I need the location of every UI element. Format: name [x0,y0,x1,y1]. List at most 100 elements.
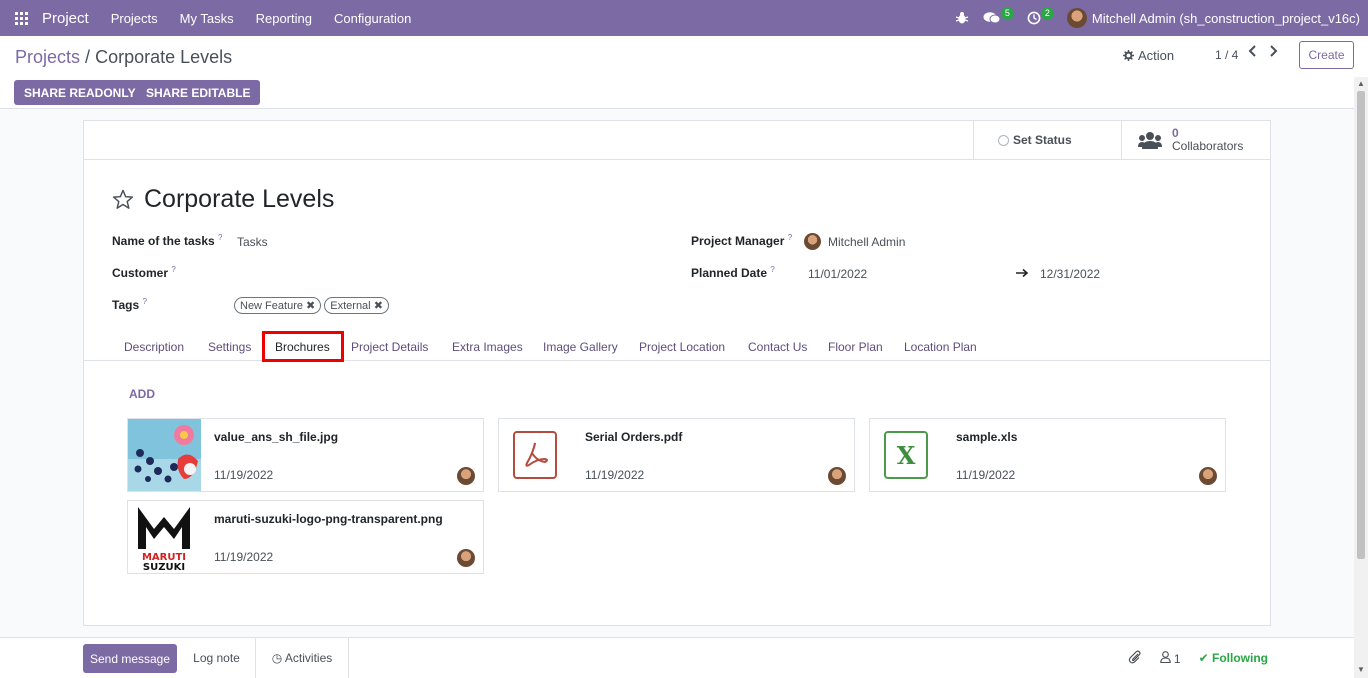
pager-value[interactable]: 1 / 4 [1215,48,1238,62]
activities-clock-icon[interactable]: 2 [1027,7,1053,25]
file-date: 11/19/2022 [214,550,274,564]
messages-icon[interactable]: 5 [983,7,1013,25]
breadcrumb: Projects / Corporate Levels [15,47,232,68]
planned-start-input[interactable]: 11/01/2022 [808,267,867,281]
uploader-avatar [828,467,846,485]
breadcrumb-separator: / [85,47,91,67]
uploader-avatar [457,467,475,485]
share-readonly-button[interactable]: SHARE READONLY [14,80,146,105]
uploader-avatar [1199,467,1217,485]
tasks-field-label: Name of the tasks ? [112,233,223,248]
attachment-card[interactable]: Serial Orders.pdf 11/19/2022 [498,418,855,492]
chatter-bar: Send message Log note ◷ Activities 1 ✔ F… [0,637,1354,678]
svg-text:X: X [897,441,916,470]
tab-floor-plan[interactable]: Floor Plan [828,340,883,354]
paperclip-icon[interactable] [1128,650,1142,667]
users-icon [1138,132,1162,149]
apps-menu-icon[interactable] [0,0,42,36]
activities-badge: 2 [1041,7,1053,19]
breadcrumb-current: Corporate Levels [95,47,233,67]
scroll-thumb[interactable] [1357,91,1365,559]
tags-field[interactable]: New Feature ✖ External ✖ [234,297,392,314]
menu-projects[interactable]: Projects [111,11,158,26]
file-date: 11/19/2022 [214,468,274,482]
user-menu[interactable]: Mitchell Admin (sh_construction_project_… [1092,11,1360,26]
project-name[interactable]: Corporate Levels [144,185,334,214]
manager-avatar [804,233,821,250]
svg-text:SUZUKI: SUZUKI [143,562,185,573]
tab-project-details[interactable]: Project Details [351,340,428,354]
attachment-card[interactable]: MARUTI SUZUKI maruti-suzuki-logo-png-tra… [127,500,484,574]
maruti-logo-thumbnail: MARUTI SUZUKI [128,501,201,573]
tab-image-gallery[interactable]: Image Gallery [543,340,618,354]
file-name: sample.xls [956,430,1018,444]
activities-button[interactable]: ◷ Activities [255,638,349,678]
debug-bug-icon[interactable] [955,11,969,25]
tag-remove-icon[interactable]: ✖ [374,300,383,312]
menu-my-tasks[interactable]: My Tasks [180,11,234,26]
collaborators-button[interactable]: 0 Collaborators [1121,121,1270,159]
tag-external[interactable]: External ✖ [324,297,389,314]
breadcrumb-projects[interactable]: Projects [15,47,80,67]
attachment-card[interactable]: X sample.xls 11/19/2022 [869,418,1226,492]
tab-location-plan[interactable]: Location Plan [904,340,977,354]
customer-field-input[interactable] [237,265,637,281]
control-panel: Projects / Corporate Levels Action 1 / 4… [0,36,1368,109]
scroll-up-icon[interactable]: ▲ [1357,79,1365,88]
pager-previous-button[interactable] [1247,44,1267,64]
form-sheet: Set Status 0 Collaborators Corporate Lev… [83,120,1271,626]
tab-settings[interactable]: Settings [208,340,251,354]
create-button[interactable]: Create [1299,41,1354,69]
tab-project-location[interactable]: Project Location [639,340,725,354]
app-brand[interactable]: Project [42,10,89,27]
tab-description[interactable]: Description [124,340,184,354]
tab-extra-images[interactable]: Extra Images [452,340,523,354]
file-date: 11/19/2022 [956,468,1016,482]
manager-field-input[interactable]: Mitchell Admin [804,233,905,250]
tags-field-label: Tags ? [112,297,147,312]
attachment-card[interactable]: value_ans_sh_file.jpg 11/19/2022 [127,418,484,492]
file-name: maruti-suzuki-logo-png-transparent.png [214,512,443,526]
file-name: Serial Orders.pdf [585,430,683,444]
user-avatar[interactable] [1066,8,1087,28]
image-thumbnail [128,419,201,491]
customer-field-label: Customer ? [112,265,176,280]
uploader-avatar [457,549,475,567]
form-tabs: Description Settings Brochures Project D… [84,331,1270,362]
star-icon[interactable] [112,189,134,210]
excel-icon: X [884,431,928,479]
add-attachment-link[interactable]: ADD [129,387,155,401]
file-name: value_ans_sh_file.jpg [214,430,339,444]
action-menu-button[interactable]: Action [1123,48,1174,63]
tasks-field-input[interactable]: Tasks [237,235,268,249]
user-icon [1159,650,1174,666]
page-scrollbar[interactable]: ▲ ▼ [1354,77,1368,678]
set-status-label: Set Status [1013,133,1072,147]
followers-button[interactable]: 1 [1159,650,1181,666]
pager-next-button[interactable] [1267,44,1287,64]
tag-remove-icon[interactable]: ✖ [306,300,315,312]
set-status-button[interactable]: Set Status [973,121,1122,159]
top-navbar: Project Projects My Tasks Reporting Conf… [0,0,1368,36]
tab-contact-us[interactable]: Contact Us [748,340,807,354]
menu-reporting[interactable]: Reporting [256,11,312,26]
send-message-button[interactable]: Send message [83,644,177,673]
status-radio-icon [998,134,1009,146]
collaborators-label: Collaborators [1172,139,1244,153]
chevron-right-icon [1270,45,1278,57]
gear-icon [1123,50,1134,61]
check-icon: ✔ [1198,651,1209,665]
log-note-button[interactable]: Log note [178,638,255,678]
manager-name: Mitchell Admin [828,234,906,249]
tag-new-feature[interactable]: New Feature ✖ [234,297,322,314]
planned-end-input[interactable]: 12/31/2022 [1040,267,1100,281]
clock-icon: ◷ [271,651,283,665]
action-label: Action [1138,48,1175,63]
share-editable-button[interactable]: SHARE EDITABLE [136,80,261,105]
following-button[interactable]: ✔ Following [1199,651,1268,665]
menu-configuration[interactable]: Configuration [334,11,411,26]
button-box: Set Status 0 Collaborators [84,121,1270,160]
scroll-down-icon[interactable]: ▼ [1357,665,1365,674]
pdf-icon [513,431,557,479]
messages-badge: 5 [1001,7,1013,19]
